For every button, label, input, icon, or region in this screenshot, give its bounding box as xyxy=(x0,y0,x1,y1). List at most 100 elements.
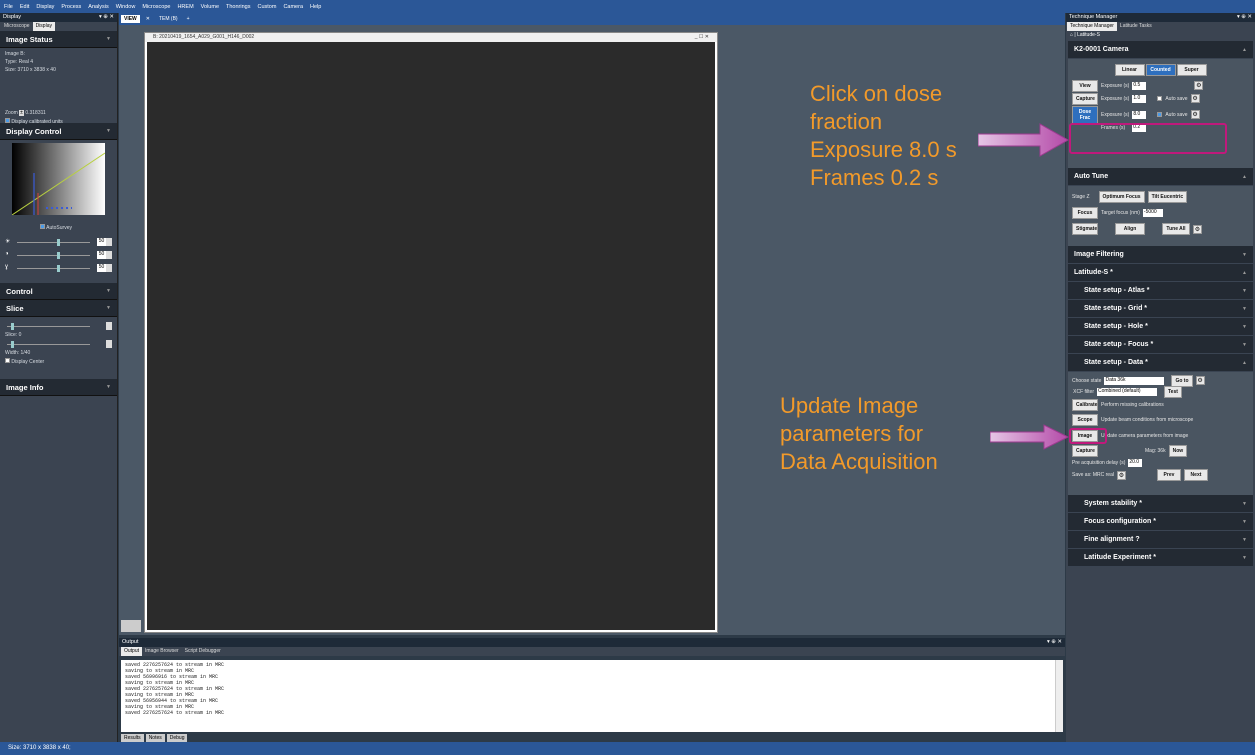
mode-super-button[interactable]: Super xyxy=(1176,64,1207,76)
calibrate-button[interactable]: Calibrate xyxy=(1072,398,1098,411)
view-exposure-input[interactable]: 0.5 xyxy=(1132,81,1147,90)
home-icon[interactable]: ⌂ xyxy=(1070,32,1073,38)
expand-icon[interactable]: ▼ xyxy=(1242,537,1247,543)
slice-slider-1[interactable] xyxy=(5,321,112,331)
gear-icon[interactable]: ⚙ xyxy=(1190,94,1200,103)
collapse-icon[interactable]: ▼ xyxy=(106,128,111,134)
menu-window[interactable]: Window xyxy=(116,4,136,10)
gamma-value[interactable]: 50 xyxy=(97,264,106,272)
tab-debug[interactable]: Debug xyxy=(166,734,188,742)
pin-icon[interactable]: ▾ ⊕ ✕ xyxy=(1047,639,1062,646)
align-button[interactable]: Align xyxy=(1115,223,1145,235)
contrast-slider[interactable]: ◑ 50 xyxy=(5,250,112,260)
expand-icon[interactable]: ▼ xyxy=(1242,342,1247,348)
state-data-header[interactable]: State setup - Data * ▲ xyxy=(1068,354,1253,372)
image-status-header[interactable]: Image Status ▼ xyxy=(0,31,117,48)
mode-linear-button[interactable]: Linear xyxy=(1114,64,1145,76)
latitude-experiment-header[interactable]: Latitude Experiment * ▼ xyxy=(1068,549,1253,567)
tab-output[interactable]: Output xyxy=(121,647,143,656)
pin-icon[interactable]: ▾ ⊕ ✕ xyxy=(99,14,114,21)
state-focus-header[interactable]: State setup - Focus * ▼ xyxy=(1068,336,1253,354)
brightness-value[interactable]: 50 xyxy=(97,238,106,246)
image-filtering-header[interactable]: Image Filtering ▼ xyxy=(1068,246,1253,264)
collapse-icon[interactable]: ▲ xyxy=(1242,360,1247,366)
collapse-icon[interactable]: ▼ xyxy=(106,36,111,42)
menu-hrem[interactable]: HREM xyxy=(177,4,193,10)
xcf-select[interactable]: Combined (default) xyxy=(1097,387,1157,396)
focus-config-header[interactable]: Focus configuration * ▼ xyxy=(1068,513,1253,531)
menu-display[interactable]: Display xyxy=(36,4,54,10)
state-grid-header[interactable]: State setup - Grid * ▼ xyxy=(1068,300,1253,318)
display-control-header[interactable]: Display Control ▼ xyxy=(0,123,117,140)
menu-edit[interactable]: Edit xyxy=(20,4,29,10)
thumbnail-icon[interactable] xyxy=(121,620,141,632)
expand-icon[interactable]: ▼ xyxy=(1242,519,1247,525)
dose-frac-button[interactable]: Dose Frac xyxy=(1072,105,1098,124)
preacq-input[interactable]: 20.0 xyxy=(1128,459,1143,467)
gear-icon[interactable]: ⚙ xyxy=(1193,224,1202,234)
stigmate-button[interactable]: Stigmate xyxy=(1072,223,1098,235)
collapse-icon[interactable]: ▲ xyxy=(1242,174,1247,180)
tab-technique-manager[interactable]: Technique Manager xyxy=(1067,22,1117,31)
tab-latitude-tasks[interactable]: Latitude Tasks xyxy=(1117,22,1155,31)
window-controls-icon[interactable]: _ ☐ ✕ xyxy=(695,34,709,41)
breadcrumb-item[interactable]: Latitude-S xyxy=(1077,32,1100,38)
scope-button[interactable]: Scope xyxy=(1072,414,1098,426)
menu-microscope[interactable]: Microscope xyxy=(142,4,170,10)
system-stability-header[interactable]: System stability * ▼ xyxy=(1068,495,1253,513)
expand-icon[interactable]: ▼ xyxy=(1242,306,1247,312)
expand-icon[interactable]: ▼ xyxy=(1242,555,1247,561)
close-icon[interactable]: ✕ xyxy=(143,15,153,23)
tab-microscope[interactable]: Microscope xyxy=(1,22,33,31)
contrast-value[interactable]: 50 xyxy=(97,251,106,259)
gear-icon[interactable]: ⚙ xyxy=(1194,81,1204,90)
calibrated-checkbox[interactable] xyxy=(5,118,10,123)
display-center-checkbox[interactable] xyxy=(5,358,10,363)
expand-icon[interactable]: ▼ xyxy=(1242,252,1247,258)
collapse-icon[interactable]: ▲ xyxy=(1242,47,1247,53)
image-window-titlebar[interactable]: B: 20210419_1654_A029_G001_H146_D002 _ ☐… xyxy=(145,33,717,42)
histogram[interactable] xyxy=(12,143,105,215)
tune-all-button[interactable]: Tune All xyxy=(1162,223,1190,235)
gear-icon[interactable]: ⚙ xyxy=(1190,110,1200,119)
output-console[interactable]: saved 2276257624 to stream in MRC saving… xyxy=(121,660,1063,732)
collapse-icon[interactable]: ▲ xyxy=(1242,270,1247,276)
menu-custom[interactable]: Custom xyxy=(257,4,276,10)
console-scrollbar[interactable] xyxy=(1055,660,1063,732)
collapse-icon[interactable]: ▼ xyxy=(106,288,111,294)
autosurvey-checkbox[interactable] xyxy=(40,224,45,229)
slice-header[interactable]: Slice ▼ xyxy=(0,300,117,317)
focus-button[interactable]: Focus xyxy=(1072,207,1098,219)
target-focus-input[interactable]: -5000 xyxy=(1142,209,1163,217)
tab-image-browser[interactable]: Image Browser xyxy=(142,647,182,656)
tab-results[interactable]: Results xyxy=(121,734,144,742)
menu-volume[interactable]: Volume xyxy=(201,4,219,10)
capture-exposure-input[interactable]: 1.0 xyxy=(1132,94,1147,103)
expand-icon[interactable]: ▼ xyxy=(1242,501,1247,507)
capture-button[interactable]: Capture xyxy=(1072,92,1098,105)
image-info-header[interactable]: Image Info ▼ xyxy=(0,379,117,396)
prev-button[interactable]: Prev xyxy=(1156,469,1181,481)
gear-icon[interactable]: ⚙ xyxy=(1116,470,1126,480)
tab-display[interactable]: Display xyxy=(32,22,55,31)
state-atlas-header[interactable]: State setup - Atlas * ▼ xyxy=(1068,282,1253,300)
test-button[interactable]: Test xyxy=(1164,385,1182,398)
control-header[interactable]: Control ▼ xyxy=(0,283,117,300)
tab-tem-b[interactable]: TEM (B) xyxy=(156,15,181,23)
choose-state-select[interactable]: Data 36k xyxy=(1104,376,1165,385)
latitude-s-header[interactable]: Latitude-S * ▲ xyxy=(1068,264,1253,282)
menu-analysis[interactable]: Analysis xyxy=(88,4,108,10)
pin-icon[interactable]: ▾ ⊕ ✕ xyxy=(1237,14,1252,21)
capture-data-button[interactable]: Capture xyxy=(1072,445,1098,457)
dose-frac-autosave-checkbox[interactable] xyxy=(1157,112,1163,117)
tab-script-debugger[interactable]: Script Debugger xyxy=(182,647,224,656)
view-button[interactable]: View xyxy=(1072,79,1098,92)
add-tab-icon[interactable]: + xyxy=(184,15,193,23)
expand-icon[interactable]: ▼ xyxy=(1242,288,1247,294)
state-hole-header[interactable]: State setup - Hole * ▼ xyxy=(1068,318,1253,336)
collapse-icon[interactable]: ▼ xyxy=(106,305,111,311)
menu-camera[interactable]: Camera xyxy=(283,4,303,10)
now-button[interactable]: Now xyxy=(1168,445,1188,457)
tilt-eucentric-button[interactable]: Tilt Eucentric xyxy=(1147,191,1188,203)
camera-header[interactable]: K2-0001 Camera ▲ xyxy=(1068,41,1253,59)
